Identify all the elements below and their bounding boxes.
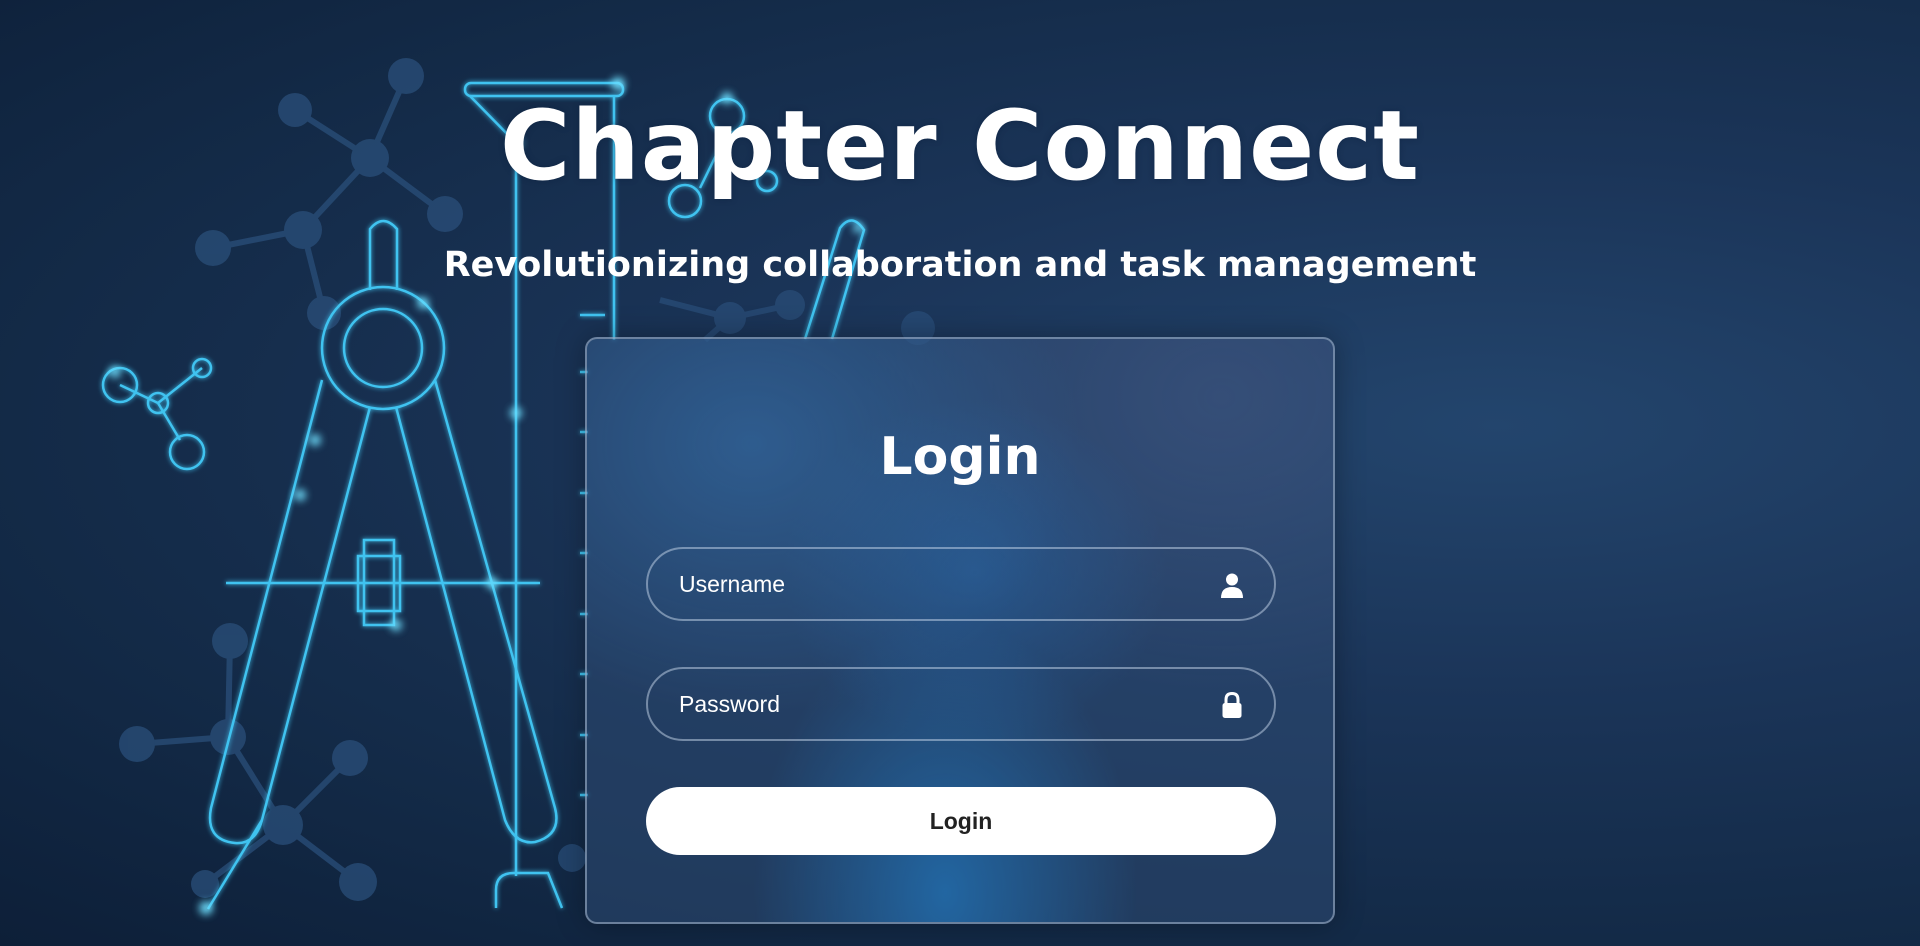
- login-heading: Login: [879, 427, 1041, 487]
- app-title: Chapter Connect: [499, 90, 1421, 202]
- password-field[interactable]: [646, 667, 1276, 741]
- user-icon: [1221, 573, 1243, 598]
- username-field[interactable]: [646, 547, 1276, 621]
- password-input[interactable]: [648, 669, 1274, 739]
- app-subtitle: Revolutionizing collaboration and task m…: [443, 245, 1477, 285]
- login-button[interactable]: Login: [646, 787, 1276, 855]
- molecule-glow-icon: [101, 357, 213, 471]
- username-input[interactable]: [648, 549, 1274, 619]
- login-card: Login Login: [585, 337, 1335, 924]
- lock-icon: [1222, 691, 1242, 718]
- molecule-dim-lower-icon: [119, 623, 377, 901]
